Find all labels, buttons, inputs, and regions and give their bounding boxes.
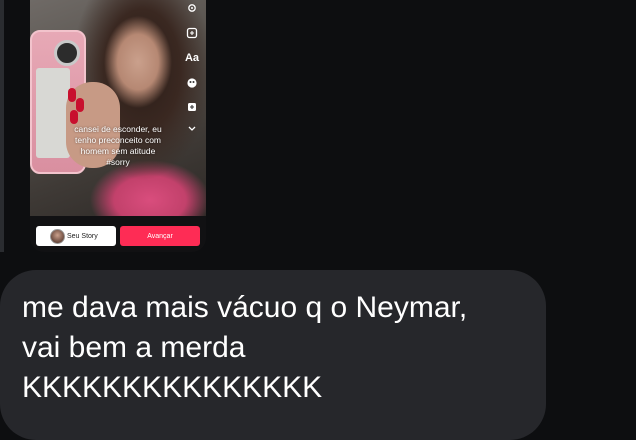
effects-icon[interactable]	[184, 75, 200, 91]
message-text: me dava mais vácuo q o Neymar, vai bem a…	[22, 291, 468, 404]
sticker-icon[interactable]	[184, 25, 200, 41]
nail-2	[76, 98, 84, 112]
text-icon[interactable]: Aa	[184, 50, 200, 66]
next-button[interactable]: Avançar	[120, 226, 200, 246]
story-caption: cansei de esconder, eu tenho preconceito…	[74, 124, 162, 167]
nail-1	[68, 88, 76, 102]
settings-icon[interactable]	[184, 0, 200, 16]
nail-3	[70, 110, 78, 124]
crop-icon[interactable]	[184, 99, 200, 115]
your-story-label: Seu Story	[67, 232, 98, 240]
story-photo: cansei de esconder, eu tenho preconceito…	[30, 0, 206, 216]
story-share-preview[interactable]: cansei de esconder, eu tenho preconceito…	[30, 0, 206, 252]
camera-lens	[54, 40, 80, 66]
avatar	[50, 229, 65, 244]
more-icon[interactable]	[184, 121, 200, 137]
your-story-button[interactable]: Seu Story	[36, 226, 116, 246]
conversation-thread-rail	[0, 0, 4, 252]
